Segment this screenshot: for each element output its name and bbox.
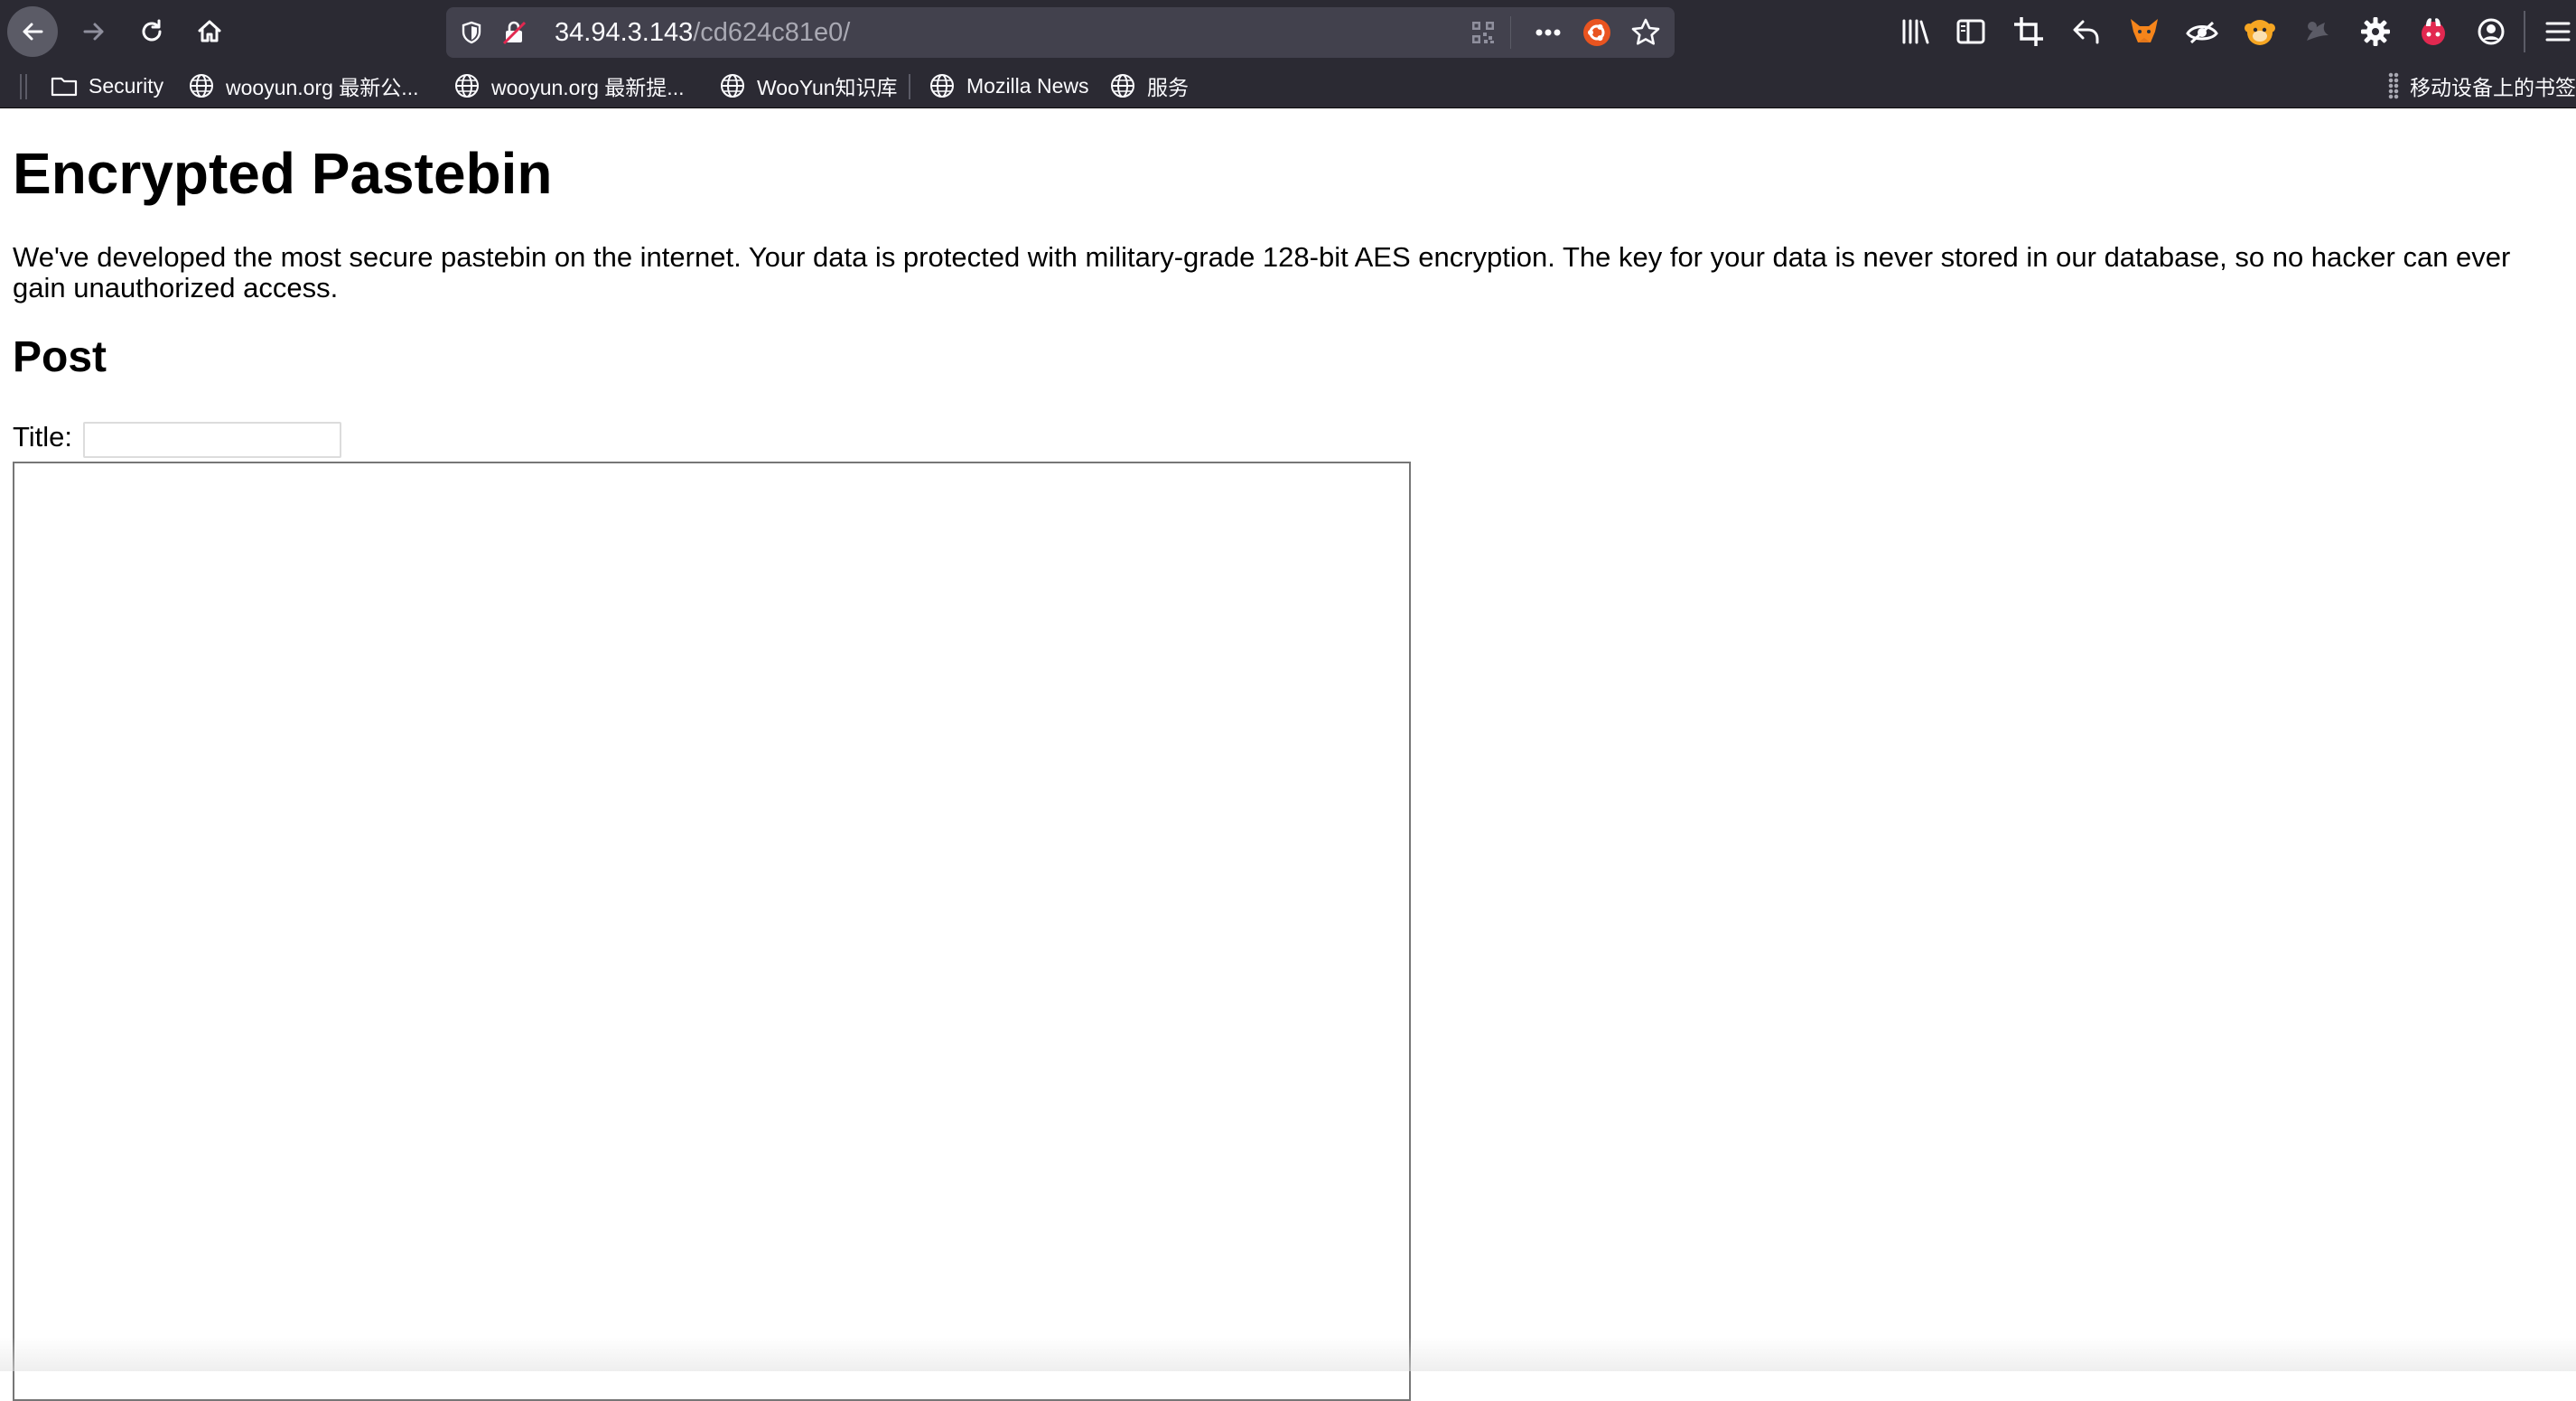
crop-icon[interactable] — [2011, 14, 2047, 50]
library-icon[interactable] — [1897, 14, 1933, 50]
bookmark-services[interactable]: 服务 — [1109, 69, 1189, 103]
back-button[interactable] — [7, 6, 58, 57]
browser-chrome: 34.94.3.143/cd624c81e0/ Security wooyun.… — [0, 0, 2576, 108]
title-input[interactable] — [83, 422, 341, 458]
browser-toolbar: 34.94.3.143/cd624c81e0/ — [0, 0, 2576, 63]
reload-icon — [142, 19, 162, 42]
url-divider — [1510, 16, 1511, 49]
intro-text: We've developed the most secure pastebin… — [13, 241, 2511, 304]
globe-icon — [721, 74, 744, 98]
globe-icon — [455, 74, 479, 98]
tracking-shield-icon[interactable] — [459, 20, 484, 45]
page-actions-icon[interactable] — [1528, 14, 1568, 51]
mobile-bookmarks[interactable]: 移动设备上的书签 — [2388, 69, 2576, 103]
page-content: Encrypted Pastebin We've developed the m… — [0, 108, 2576, 1401]
post-heading: Post — [13, 333, 107, 381]
bookmark-wooyun-submit[interactable]: wooyun.org 最新提... — [453, 69, 684, 103]
title-label: Title: — [13, 421, 73, 453]
bookmark-wooyun-public[interactable]: wooyun.org 最新公... — [188, 69, 418, 103]
bookmarks-grip — [20, 74, 27, 99]
undo-icon[interactable] — [2068, 14, 2105, 50]
bookmark-label: wooyun.org 最新公... — [226, 76, 419, 99]
bookmark-label: 服务 — [1147, 76, 1189, 99]
rabbit-extension-icon[interactable] — [2415, 14, 2451, 50]
fox-extension-icon[interactable] — [2126, 14, 2162, 50]
toolbar-divider — [2524, 11, 2525, 52]
home-icon — [198, 20, 221, 42]
page-title: Encrypted Pastebin — [13, 141, 553, 206]
gear-icon[interactable] — [2357, 14, 2394, 50]
bookmark-label: wooyun.org 最新提... — [491, 76, 685, 99]
bookmark-label: WooYun知识库 — [757, 76, 898, 99]
bookmark-label: Mozilla News — [966, 73, 1089, 98]
url-bar[interactable]: 34.94.3.143/cd624c81e0/ — [446, 7, 1675, 58]
globe-icon — [930, 74, 954, 98]
menu-icon[interactable] — [2540, 14, 2576, 50]
eye-extension-icon[interactable] — [2184, 14, 2220, 50]
account-icon[interactable] — [2473, 14, 2509, 50]
forward-button[interactable] — [69, 6, 119, 57]
url-host: 34.94.3.143 — [555, 18, 694, 47]
globe-icon — [1111, 74, 1134, 98]
paste-content-textarea[interactable] — [13, 462, 1411, 1401]
monkey-extension-icon[interactable] — [2242, 14, 2278, 50]
home-button[interactable] — [184, 6, 235, 57]
url-text[interactable]: 34.94.3.143/cd624c81e0/ — [555, 19, 850, 46]
globe-icon — [190, 74, 213, 98]
reload-button[interactable] — [126, 6, 177, 57]
arrow-left-icon — [23, 23, 43, 41]
bookmark-security-folder[interactable]: Security — [51, 69, 163, 103]
bookmark-label: Security — [89, 73, 164, 98]
insecure-lock-icon[interactable] — [500, 19, 527, 46]
qr-code-icon[interactable] — [1470, 20, 1496, 45]
bookmarks-toolbar: Security wooyun.org 最新公... wooyun.org 最新… — [0, 63, 2576, 108]
arrow-right-icon — [83, 23, 104, 41]
folder-icon — [51, 77, 78, 97]
grey-extension-icon[interactable] — [2300, 14, 2336, 50]
bookmark-wooyun-knowledge[interactable]: WooYun知识库 — [719, 69, 898, 103]
url-path: /cd624c81e0/ — [693, 18, 851, 47]
mobile-bookmarks-label: 移动设备上的书签 — [2410, 76, 2576, 99]
mobile-bookmarks-icon — [2388, 72, 2399, 99]
sidebar-icon[interactable] — [1953, 14, 1989, 50]
bookmark-mozilla-news[interactable]: Mozilla News — [929, 69, 1088, 103]
ubuntu-extension-icon[interactable] — [1581, 16, 1613, 49]
bookmarks-divider — [909, 74, 910, 99]
star-icon[interactable] — [1629, 16, 1662, 49]
